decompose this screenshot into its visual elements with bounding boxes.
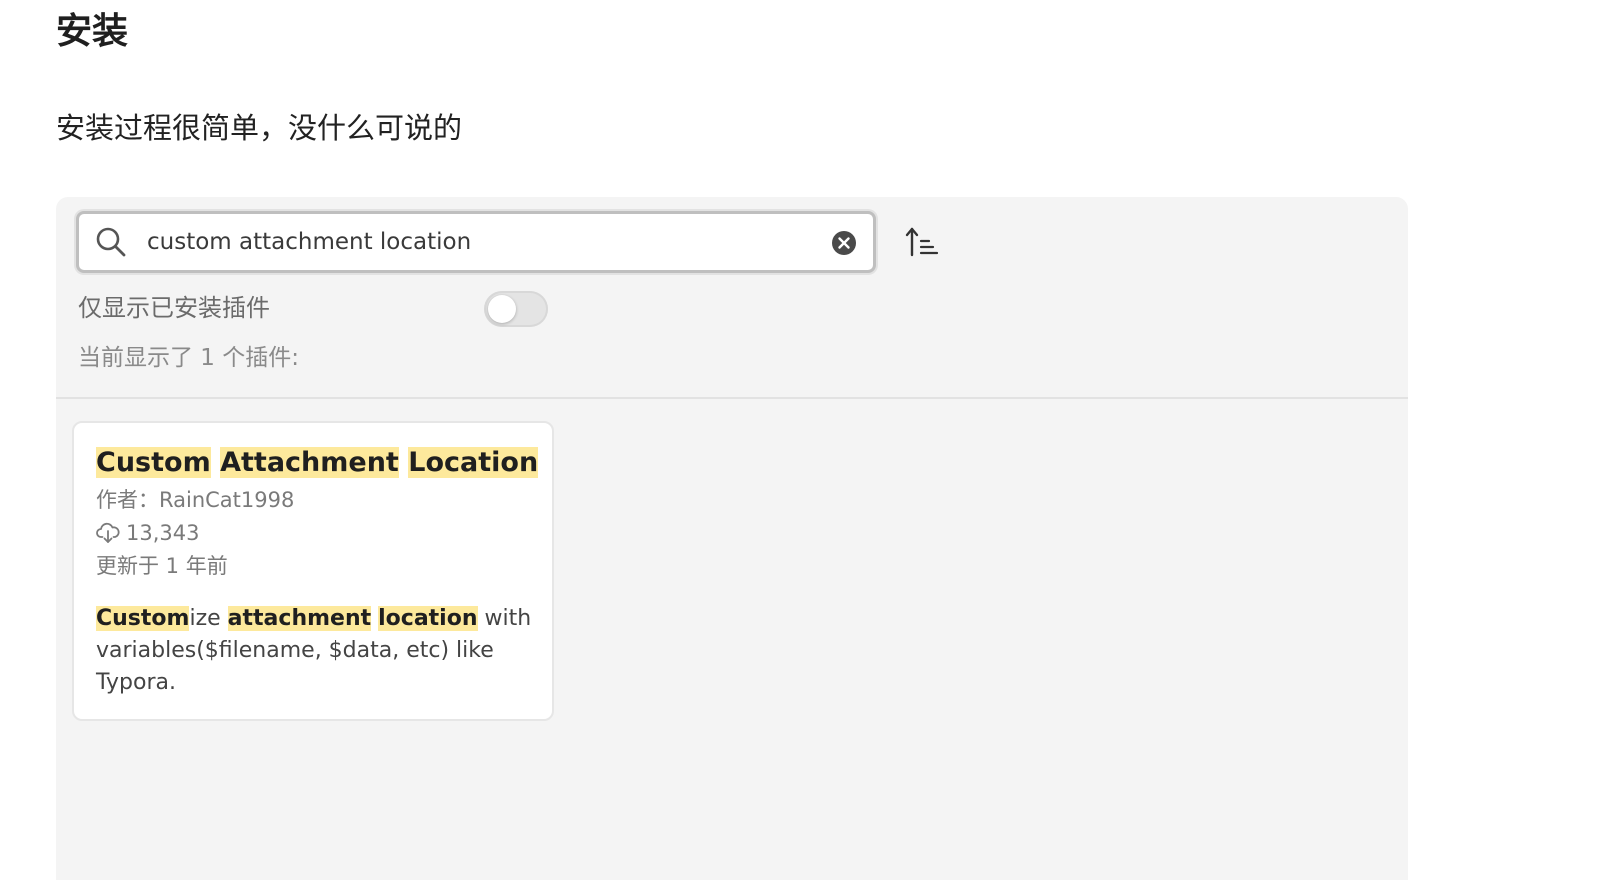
plugin-author: 作者：RainCat1998: [96, 488, 295, 512]
plugin-card[interactable]: Custom Attachment Location 作者：RainCat199…: [72, 421, 554, 721]
desc-text: ize: [189, 606, 228, 631]
divider: [56, 397, 1408, 399]
sort-ascending-icon[interactable]: [905, 225, 939, 259]
installed-only-toggle[interactable]: [484, 291, 548, 327]
plugin-description: Customize attachment location with varia…: [96, 603, 536, 699]
desc-highlight: location: [378, 606, 478, 631]
plugin-title: Custom Attachment Location: [96, 445, 539, 481]
page-paragraph: 安装过程很简单，没什么可说的: [56, 111, 463, 145]
title-word: Attachment: [220, 447, 399, 478]
desc-highlight: attachment: [227, 606, 372, 631]
search-icon: [96, 227, 126, 257]
toggle-knob: [488, 295, 516, 323]
community-plugins-panel: 仅显示已安装插件 当前显示了 1 个插件: Custom Attachment …: [56, 197, 1408, 880]
installed-only-label: 仅显示已安装插件: [78, 294, 270, 322]
search-input[interactable]: [147, 224, 817, 260]
clear-icon[interactable]: [831, 230, 857, 256]
plugin-downloads: 13,343: [96, 518, 199, 548]
page-heading: 安装: [56, 11, 129, 52]
search-box[interactable]: [76, 211, 876, 273]
download-count: 13,343: [126, 521, 200, 545]
result-count-label: 当前显示了 1 个插件:: [78, 345, 300, 371]
desc-highlight: Custom: [96, 606, 190, 631]
cloud-download-icon: [96, 522, 120, 543]
title-word: Location: [408, 447, 539, 478]
title-word: Custom: [96, 447, 211, 478]
plugin-updated: 更新于 1 年前: [96, 554, 228, 578]
